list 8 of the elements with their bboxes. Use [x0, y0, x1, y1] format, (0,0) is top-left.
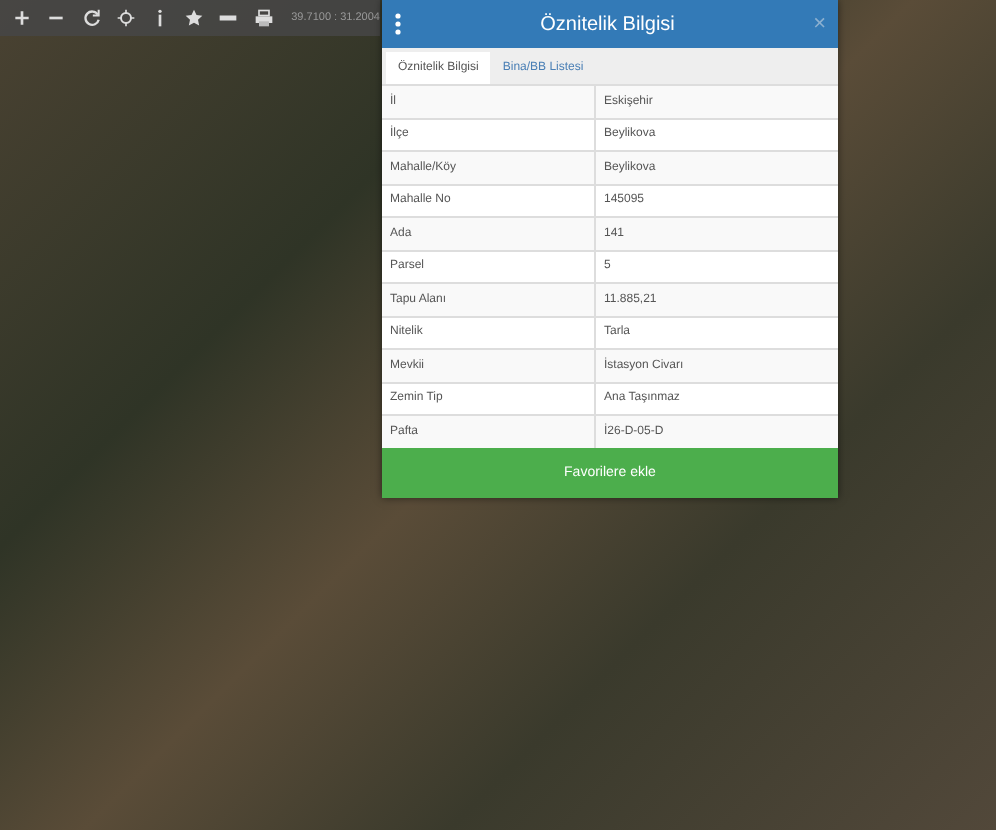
menu-icon[interactable]	[394, 12, 402, 36]
refresh-icon[interactable]	[81, 8, 101, 28]
zoom-in-icon[interactable]	[12, 8, 33, 28]
close-button[interactable]: ×	[813, 12, 826, 36]
print-icon[interactable]	[253, 8, 274, 28]
star-icon[interactable]	[184, 8, 205, 28]
crosshair-icon[interactable]	[115, 8, 136, 28]
dialog-title: Öznitelik Bilgisi	[540, 13, 675, 35]
